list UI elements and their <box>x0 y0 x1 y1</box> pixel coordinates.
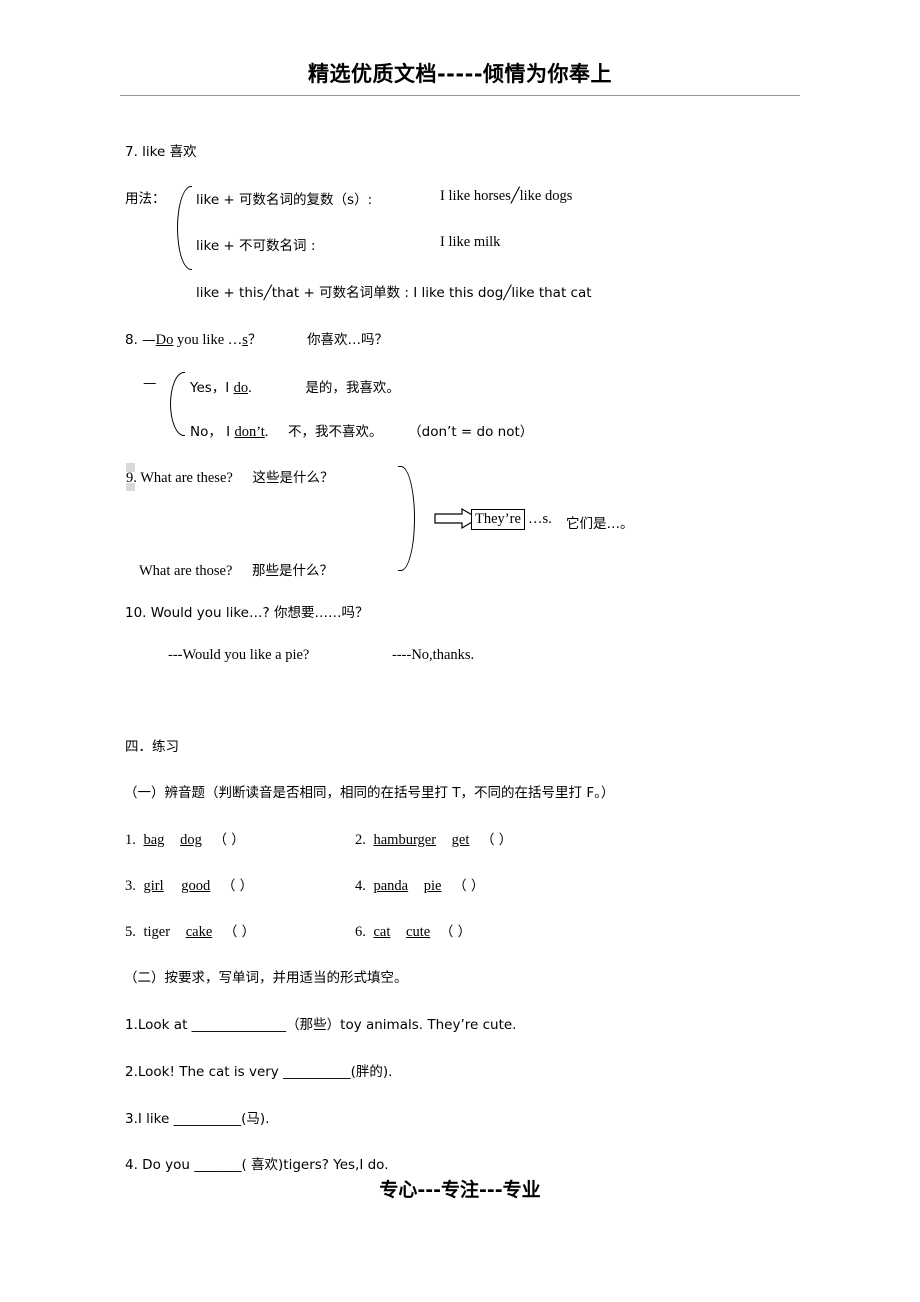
item9-question1: 9. What are these? 这些是什么？ <box>126 466 333 487</box>
item8-question-do: Do <box>155 332 174 348</box>
row3-left-word1: tiger <box>143 924 171 940</box>
row3-right-word2: cute <box>406 924 431 940</box>
phonetics-row-3-right: 6. cat cute （ ） <box>355 920 471 941</box>
section4-title: 四．练习 <box>125 739 179 755</box>
row2-left-paren: （ ） <box>221 878 254 894</box>
item8-yes-cn: 是的，我喜欢。 <box>305 380 400 396</box>
item8-question: 8. —Do you like …s？ 你喜欢…吗？ <box>125 328 388 349</box>
part2-question-1: 1.Look at ______________（那些）toy animals.… <box>125 1017 517 1033</box>
row3-right-num: 6. <box>355 924 366 940</box>
part2-question-4: 4. Do you _______( 喜欢)tigers? Yes,I do. <box>125 1157 389 1173</box>
item9-q1-cn: 这些是什么？ <box>252 470 334 486</box>
item9-brace <box>398 466 415 571</box>
row3-right-paren: （ ） <box>439 924 472 940</box>
row2-right-word1: panda <box>373 878 409 894</box>
item7-line3: like + this╱that + 可数名词单数 : I like this … <box>196 285 592 301</box>
item10-example-q: ---Would you like a pie? <box>168 647 310 663</box>
phonetics-row-2: 3. girl good （ ） <box>125 874 253 895</box>
row2-left-word1: girl <box>143 878 164 894</box>
row3-left-num: 5. <box>125 924 136 940</box>
item8-no-dont: don’t <box>234 424 265 440</box>
item7-brace <box>177 186 192 270</box>
item8-no-note: （don’t = do not） <box>408 424 534 440</box>
item8-no-line: No， I don’t. 不，我不喜欢。 （don’t = do not） <box>190 420 533 441</box>
row1-left-num: 1. <box>125 832 136 848</box>
item8-no-end: . <box>264 424 269 440</box>
item9-answer-cn: 它们是…。 <box>566 516 634 532</box>
item7-line1-left: like + 可数名词的复数（s）: <box>196 192 373 208</box>
row1-right-paren: （ ） <box>481 832 513 848</box>
phonetics-row-1-right: 2. hamburger get （ ） <box>355 828 512 849</box>
item9-q2-cn: 那些是什么？ <box>252 563 334 579</box>
row3-left-paren: （ ） <box>223 924 256 940</box>
header-divider <box>120 95 800 96</box>
item8-no-cn: 不，我不喜欢。 <box>288 424 383 440</box>
row2-left-num: 3. <box>125 878 136 894</box>
item8-brace <box>170 372 185 436</box>
row1-right-word2: get <box>451 832 470 848</box>
row2-right-word2: pie <box>423 878 442 894</box>
section4-part2-title: （二）按要求，写单词，并用适当的形式填空。 <box>124 970 408 986</box>
row3-right-word1: cat <box>373 924 391 940</box>
phonetics-row-1: 1. bag dog （ ） <box>125 828 245 849</box>
item8-question-cn: 你喜欢…吗？ <box>307 332 389 348</box>
document-page: 精选优质文档-----倾情为你奉上 7. like 喜欢 用法： like + … <box>0 0 920 1302</box>
row1-right-word1: hamburger <box>373 832 437 848</box>
item7-title: 7. like 喜欢 <box>125 144 197 160</box>
part2-question-3: 3.I like __________(马). <box>125 1111 270 1127</box>
item9-answer-rest: …s. <box>528 511 552 527</box>
row1-left-word1: bag <box>143 832 165 848</box>
row1-left-word2: dog <box>180 832 202 848</box>
page-footer-title: 专心---专注---专业 <box>379 1179 541 1201</box>
item7-usage-label: 用法： <box>125 191 166 207</box>
item9-q1-en: 9. What are these? <box>126 470 233 486</box>
item9-question2: What are those? 那些是什么？ <box>139 559 333 580</box>
item7-line2-right: I like milk <box>440 234 501 250</box>
item8-question-mid: you like … <box>173 332 243 348</box>
item8-yes-end: . <box>248 380 252 396</box>
item9-q2-en: What are those? <box>139 563 233 579</box>
item8-question-pre: 8. — <box>125 332 156 348</box>
item7-line2-left: like + 不可数名词 : <box>196 238 316 254</box>
row2-right-num: 4. <box>355 878 366 894</box>
section4-part1-title: （一）辨音题（判断读音是否相同，相同的在括号里打 T，不同的在括号里打 F。） <box>124 785 615 801</box>
row2-left-word2: good <box>181 878 211 894</box>
item10-title: 10. Would you like…? 你想要……吗？ <box>125 605 369 621</box>
item8-no-pre: No， I <box>190 424 235 440</box>
item9-answer-box: They’re <box>471 509 525 530</box>
row3-left-word2: cake <box>185 924 213 940</box>
part2-question-2: 2.Look! The cat is very __________(胖的). <box>125 1064 393 1080</box>
row1-right-num: 2. <box>355 832 366 848</box>
item8-yes-do: do <box>233 380 249 396</box>
item7-line1-right: I like horses╱like dogs <box>440 188 573 204</box>
row1-left-paren: （ ） <box>213 832 245 848</box>
row2-right-paren: （ ） <box>453 878 485 894</box>
item8-question-end: ？ <box>247 332 262 348</box>
page-header-title: 精选优质文档-----倾情为你奉上 <box>307 62 613 86</box>
item8-yes-line: Yes，I do. 是的，我喜欢。 <box>190 376 400 397</box>
phonetics-row-3: 5. tiger cake （ ） <box>125 920 255 941</box>
item10-example-a: ----No,thanks. <box>392 647 475 663</box>
phonetics-row-2-right: 4. panda pie （ ） <box>355 874 484 895</box>
item8-yes-pre: Yes，I <box>190 380 234 396</box>
item8-dash: — <box>143 375 157 391</box>
